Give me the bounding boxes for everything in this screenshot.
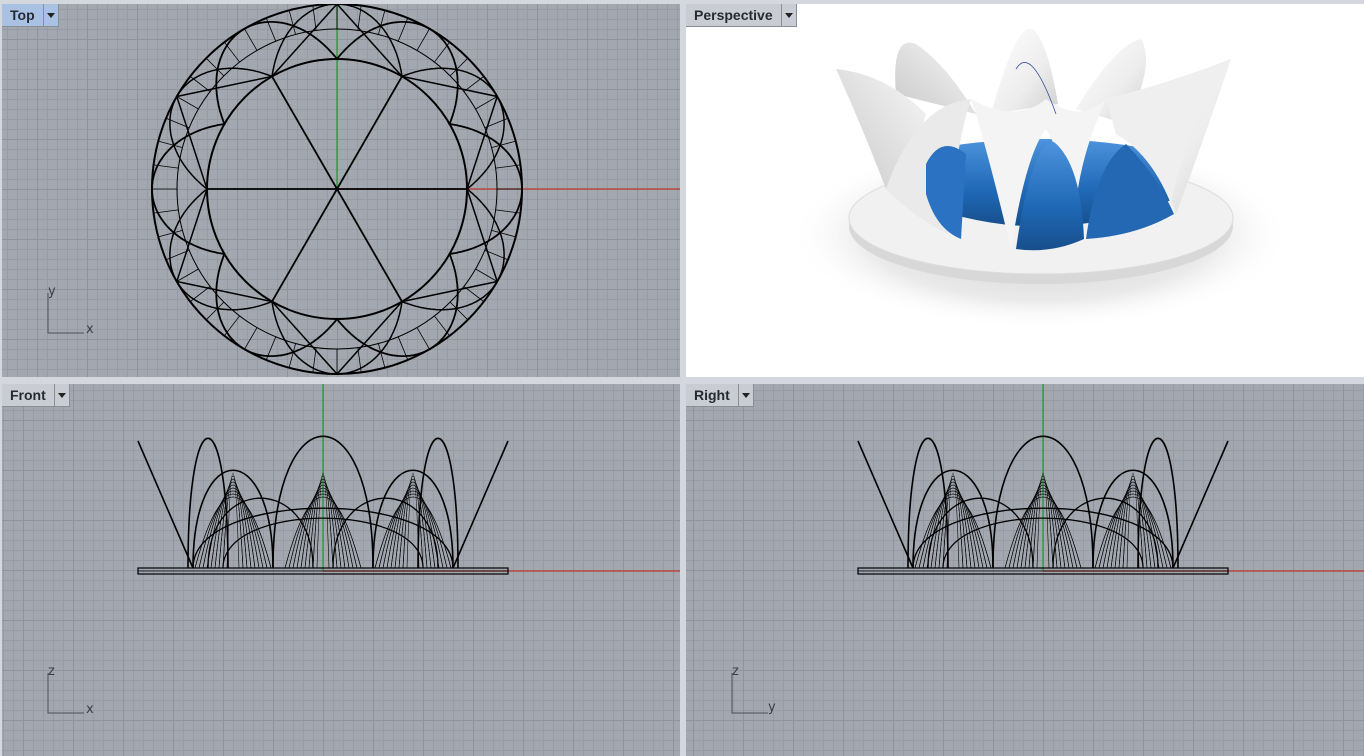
spoke (336, 75, 403, 190)
radial-tick (244, 327, 258, 350)
rendered-model (791, 28, 1291, 329)
spoke (336, 188, 403, 303)
flare-line (137, 440, 194, 569)
rib (926, 487, 980, 569)
radial-tick (449, 301, 469, 321)
viewport-front[interactable]: Front z x (2, 384, 680, 756)
front-view-drawing (137, 384, 680, 575)
axis-label-vertical: z (732, 664, 739, 679)
viewport-tab-perspective[interactable]: Perspective (686, 4, 797, 27)
radial-tick (224, 315, 240, 337)
radial-tick (463, 286, 485, 302)
rib (378, 493, 448, 569)
radial-tick (224, 41, 240, 63)
radial-tick (449, 57, 469, 77)
spoke (271, 188, 338, 303)
axis-label-vertical: z (48, 664, 55, 679)
radial-tick (205, 301, 225, 321)
radial-tick (189, 76, 211, 92)
viewport-title[interactable]: Right (686, 384, 738, 406)
radial-tick (416, 327, 430, 350)
right-view-drawing (857, 384, 1364, 575)
rib (214, 481, 252, 569)
radial-tick (244, 28, 258, 51)
chevron-down-icon[interactable] (737, 384, 753, 406)
chevron-down-icon[interactable] (42, 4, 58, 26)
rib (1102, 490, 1164, 569)
radial-tick (189, 286, 211, 302)
rib (198, 493, 268, 569)
radial-tick (434, 315, 450, 337)
viewport-title[interactable]: Front (2, 384, 54, 406)
rib (1106, 487, 1160, 569)
flare-line (452, 440, 509, 569)
rib (1114, 481, 1152, 569)
top-view-drawing (151, 4, 680, 375)
radial-tick (416, 28, 430, 51)
viewport-tab-top[interactable]: Top (2, 4, 59, 27)
chevron-down-icon[interactable] (780, 4, 796, 26)
radial-tick (434, 41, 450, 63)
rib (382, 490, 444, 569)
viewport-perspective[interactable]: Perspective (686, 4, 1364, 377)
viewport-top[interactable]: Top y x (2, 4, 680, 377)
axis-label-horizontal: x (86, 322, 94, 337)
rib (922, 490, 984, 569)
rib (386, 487, 440, 569)
chevron-down-icon[interactable] (53, 384, 69, 406)
viewport-title[interactable]: Top (2, 4, 43, 26)
rib (918, 493, 988, 569)
rib (394, 481, 432, 569)
rib (1098, 493, 1168, 569)
axis-label-horizontal: y (768, 700, 776, 715)
rib (934, 481, 972, 569)
spoke (271, 75, 338, 190)
viewport-right[interactable]: Right z y (686, 384, 1364, 756)
axis-label-horizontal: x (86, 702, 94, 717)
flare-line (857, 440, 914, 569)
top-wireframe (151, 4, 523, 375)
radial-tick (205, 57, 225, 77)
rib (206, 487, 260, 569)
rib (202, 490, 264, 569)
viewport-title[interactable]: Perspective (686, 4, 781, 26)
axis-label-vertical: y (48, 284, 56, 299)
radial-tick (463, 76, 485, 92)
flare-line (1172, 440, 1229, 569)
viewport-tab-front[interactable]: Front (2, 384, 70, 407)
viewport-tab-right[interactable]: Right (686, 384, 754, 407)
